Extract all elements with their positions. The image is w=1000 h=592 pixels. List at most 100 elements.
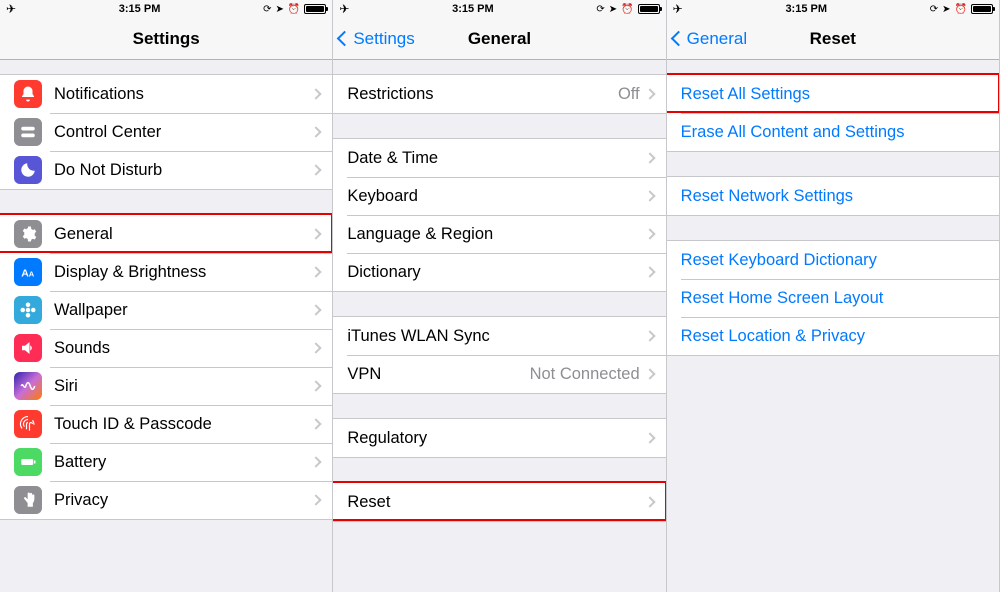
location-icon: ➤: [275, 4, 283, 15]
row-reset-network[interactable]: Reset Network Settings: [667, 177, 999, 215]
svg-text:A: A: [29, 270, 35, 279]
row-regulatory[interactable]: Regulatory: [333, 419, 665, 457]
row-label: Reset Keyboard Dictionary: [681, 251, 987, 270]
pane-general: ✈︎ 3:15 PM ⟳ ➤ ⏰ Settings General Restri…: [333, 0, 666, 592]
chevron-right-icon: [311, 266, 322, 277]
chevron-right-icon: [644, 266, 655, 277]
row-vpn[interactable]: VPNNot Connected: [333, 355, 665, 393]
settings-row-siri[interactable]: Siri: [0, 367, 332, 405]
rotation-lock-icon: ⟳: [263, 4, 271, 15]
row-erase-all[interactable]: Erase All Content and Settings: [667, 113, 999, 151]
row-label: iTunes WLAN Sync: [347, 327, 645, 346]
text-size-icon: AA: [14, 258, 42, 286]
chevron-right-icon: [311, 88, 322, 99]
reset-group-2: Reset Network Settings: [667, 176, 999, 216]
row-label: Siri: [54, 377, 312, 396]
rotation-lock-icon: ⟳: [930, 4, 938, 15]
row-keyboard[interactable]: Keyboard: [333, 177, 665, 215]
chevron-right-icon: [311, 380, 322, 391]
status-time: 3:15 PM: [452, 3, 494, 15]
page-title: Reset: [810, 29, 856, 49]
row-label: Reset: [347, 493, 645, 512]
settings-group-2: General AADisplay & BrightnessWallpaperSo…: [0, 214, 332, 520]
alarm-icon: ⏰: [621, 4, 633, 15]
chevron-right-icon: [644, 88, 655, 99]
row-label: Do Not Disturb: [54, 161, 312, 180]
settings-group-1: NotificationsControl Center Do Not Distur…: [0, 74, 332, 190]
back-button[interactable]: General: [673, 18, 747, 59]
gear-icon: [14, 220, 42, 248]
row-label: Regulatory: [347, 429, 645, 448]
row-reset-keyboard[interactable]: Reset Keyboard Dictionary: [667, 241, 999, 279]
row-label: Date & Time: [347, 149, 645, 168]
row-date-time[interactable]: Date & Time: [333, 139, 665, 177]
chevron-right-icon: [311, 494, 322, 505]
battery-icon: [971, 4, 993, 14]
status-time: 3:15 PM: [785, 3, 827, 15]
row-label: Reset Network Settings: [681, 187, 987, 206]
general-group-4: Regulatory: [333, 418, 665, 458]
switches-icon: [14, 118, 42, 146]
row-label: Reset Home Screen Layout: [681, 289, 987, 308]
page-title: Settings: [133, 29, 200, 49]
battery-icon: [304, 4, 326, 14]
reset-group-3: Reset Keyboard Dictionary Reset Home Scre…: [667, 240, 999, 356]
row-label: Battery: [54, 453, 312, 472]
airplane-mode-icon: ✈︎: [6, 2, 16, 16]
row-label: Erase All Content and Settings: [681, 123, 987, 142]
row-restrictions[interactable]: RestrictionsOff: [333, 75, 665, 113]
settings-row-privacy[interactable]: Privacy: [0, 481, 332, 519]
bell-icon: [14, 80, 42, 108]
settings-row-battery[interactable]: Battery: [0, 443, 332, 481]
chevron-left-icon: [670, 31, 686, 47]
row-label: VPN: [347, 365, 529, 384]
moon-icon: [14, 156, 42, 184]
location-icon: ➤: [609, 4, 617, 15]
back-button[interactable]: Settings: [339, 18, 414, 59]
chevron-right-icon: [311, 342, 322, 353]
row-itunes-sync[interactable]: iTunes WLAN Sync: [333, 317, 665, 355]
settings-row-notifications[interactable]: Notifications: [0, 75, 332, 113]
settings-row-display[interactable]: AADisplay & Brightness: [0, 253, 332, 291]
settings-row-control-center[interactable]: Control Center: [0, 113, 332, 151]
row-label: Touch ID & Passcode: [54, 415, 312, 434]
chevron-left-icon: [337, 31, 353, 47]
settings-row-touchid[interactable]: Touch ID & Passcode: [0, 405, 332, 443]
rotation-lock-icon: ⟳: [596, 4, 604, 15]
settings-row-wallpaper[interactable]: Wallpaper: [0, 291, 332, 329]
hand-icon: [14, 486, 42, 514]
row-reset-location[interactable]: Reset Location & Privacy: [667, 317, 999, 355]
alarm-icon: ⏰: [955, 4, 967, 15]
back-label: General: [687, 29, 747, 49]
back-label: Settings: [353, 29, 414, 49]
row-reset-all[interactable]: Reset All Settings: [667, 75, 999, 113]
status-bar: ✈︎ 3:15 PM ⟳ ➤ ⏰: [0, 0, 332, 18]
chevron-right-icon: [644, 368, 655, 379]
airplane-mode-icon: ✈︎: [339, 2, 349, 16]
row-reset[interactable]: Reset: [333, 483, 665, 521]
chevron-right-icon: [311, 126, 322, 137]
row-value: Not Connected: [530, 365, 640, 384]
row-language[interactable]: Language & Region: [333, 215, 665, 253]
chevron-right-icon: [644, 228, 655, 239]
settings-row-sounds[interactable]: Sounds: [0, 329, 332, 367]
chevron-right-icon: [311, 418, 322, 429]
settings-row-dnd[interactable]: Do Not Disturb: [0, 151, 332, 189]
row-dictionary[interactable]: Dictionary: [333, 253, 665, 291]
status-time: 3:15 PM: [119, 3, 161, 15]
chevron-right-icon: [644, 330, 655, 341]
row-label: Keyboard: [347, 187, 645, 206]
row-reset-home[interactable]: Reset Home Screen Layout: [667, 279, 999, 317]
row-label: Restrictions: [347, 85, 618, 104]
general-group-2: Date & Time Keyboard Language & Region Dict…: [333, 138, 665, 292]
reset-group-1: Reset All Settings Erase All Content and …: [667, 74, 999, 152]
general-group-5: Reset: [333, 482, 665, 522]
row-label: General: [54, 225, 312, 244]
speaker-icon: [14, 334, 42, 362]
nav-bar: Settings: [0, 18, 332, 60]
row-label: Reset All Settings: [681, 85, 987, 104]
settings-row-general[interactable]: General: [0, 215, 332, 253]
row-label: Dictionary: [347, 263, 645, 282]
alarm-icon: ⏰: [288, 4, 300, 15]
status-bar: ✈︎ 3:15 PM ⟳ ➤ ⏰: [333, 0, 665, 18]
